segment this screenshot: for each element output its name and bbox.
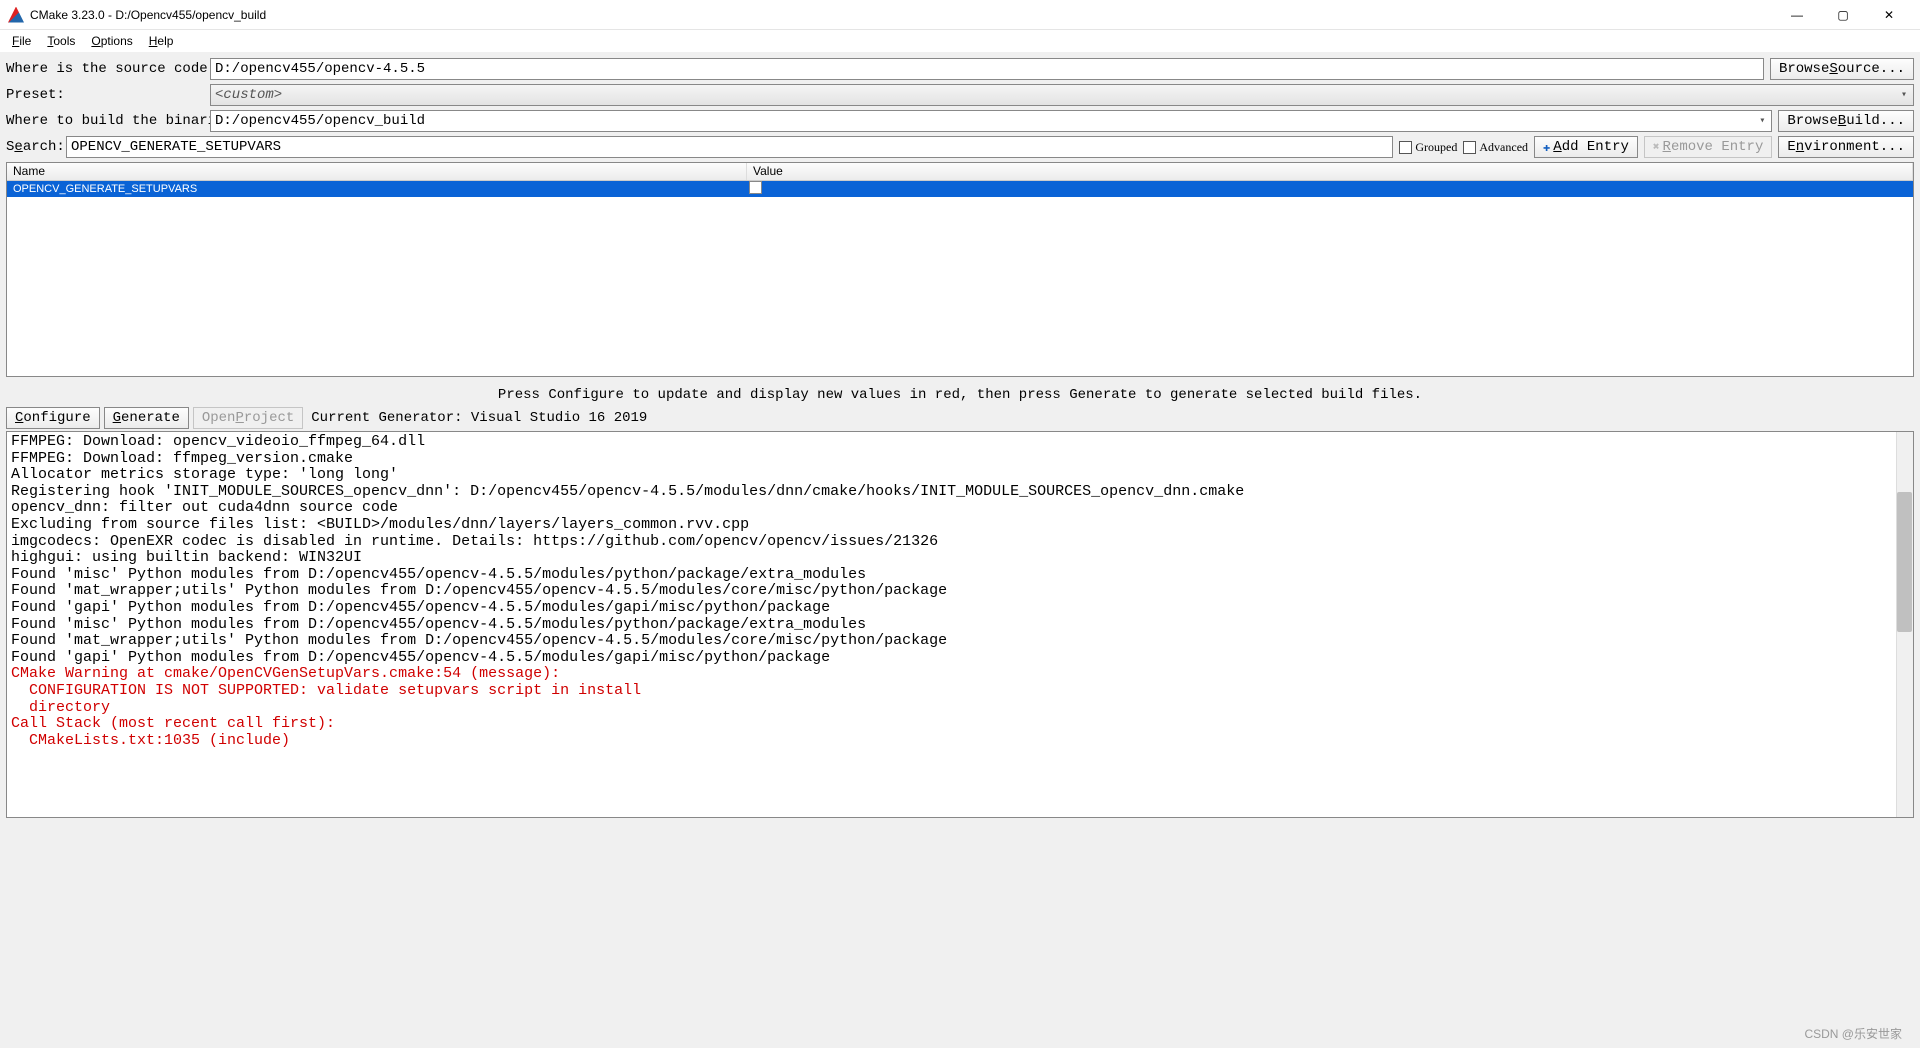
close-button[interactable]: ✕: [1866, 0, 1912, 30]
log-output[interactable]: FFMPEG: Download: opencv_videoio_ffmpeg_…: [6, 431, 1914, 818]
scroll-thumb[interactable]: [1897, 492, 1912, 632]
build-label: Where to build the binaries:: [6, 113, 204, 129]
table-row[interactable]: OPENCV_GENERATE_SETUPVARS: [7, 181, 1913, 197]
browse-build-button[interactable]: Browse Build...: [1778, 110, 1914, 132]
search-label: Search:: [6, 139, 60, 155]
advanced-checkbox[interactable]: Advanced: [1463, 140, 1528, 155]
cell-value[interactable]: [747, 181, 1913, 197]
source-input[interactable]: [210, 58, 1764, 80]
add-entry-button[interactable]: Add Entry: [1534, 136, 1638, 158]
menu-options[interactable]: Options: [83, 32, 140, 50]
hint-text: Press Configure to update and display ne…: [0, 383, 1920, 407]
variables-table[interactable]: Name Value OPENCV_GENERATE_SETUPVARS: [6, 162, 1914, 377]
watermark: CSDN @乐安世家: [1804, 1025, 1902, 1042]
cell-name: OPENCV_GENERATE_SETUPVARS: [7, 183, 747, 195]
maximize-button[interactable]: ▢: [1820, 0, 1866, 30]
window-title: CMake 3.23.0 - D:/Opencv455/opencv_build: [30, 8, 266, 22]
open-project-button: Open Project: [193, 407, 303, 429]
grouped-checkbox[interactable]: Grouped: [1399, 140, 1457, 155]
remove-entry-button: Remove Entry: [1644, 136, 1772, 158]
menu-file[interactable]: File: [4, 32, 39, 50]
checkbox-icon: [749, 181, 762, 194]
generate-button[interactable]: Generate: [104, 407, 189, 429]
build-input[interactable]: D:/opencv455/opencv_build: [210, 110, 1772, 132]
current-generator-label: Current Generator: Visual Studio 16 2019: [311, 410, 647, 426]
menu-tools[interactable]: Tools: [39, 32, 83, 50]
menu-help[interactable]: Help: [141, 32, 182, 50]
source-label: Where is the source code:: [6, 61, 204, 77]
search-input[interactable]: [66, 136, 1393, 158]
col-value[interactable]: Value: [747, 163, 1913, 180]
preset-label: Preset:: [6, 87, 204, 103]
configure-button[interactable]: Configure: [6, 407, 100, 429]
titlebar: CMake 3.23.0 - D:/Opencv455/opencv_build…: [0, 0, 1920, 30]
app-logo-icon: [8, 7, 24, 23]
minimize-button[interactable]: —: [1774, 0, 1820, 30]
scrollbar[interactable]: [1896, 432, 1913, 817]
environment-button[interactable]: Environment...: [1778, 136, 1914, 158]
browse-source-button[interactable]: Browse Source...: [1770, 58, 1914, 80]
menubar: File Tools Options Help: [0, 30, 1920, 52]
col-name[interactable]: Name: [7, 163, 747, 180]
preset-combo[interactable]: <custom>: [210, 84, 1914, 106]
